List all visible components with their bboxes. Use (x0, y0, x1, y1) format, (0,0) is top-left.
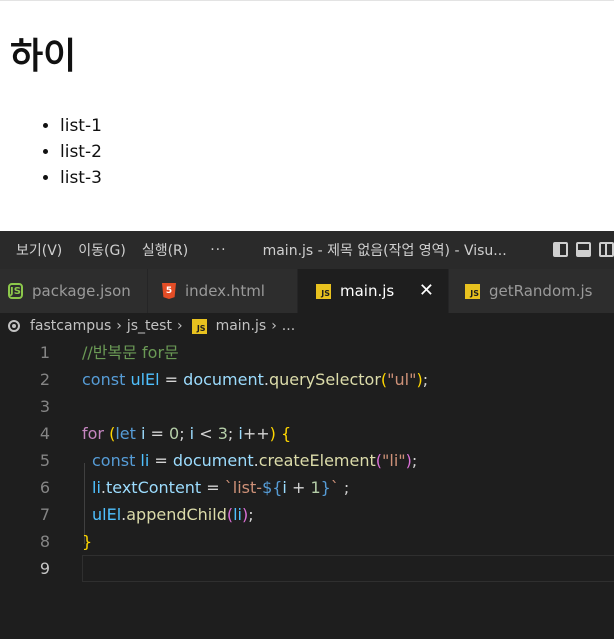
menu-view[interactable]: 보기(V) (0, 240, 62, 260)
code-line-current: 9 (0, 555, 614, 582)
chevron-right-icon: › (176, 318, 183, 334)
line-code: } (82, 532, 93, 551)
line-number: 9 (39, 559, 50, 578)
js-file-icon: JS (465, 283, 480, 299)
page-list: list-1 list-2 list-3 (0, 113, 102, 191)
toggle-panel-icon[interactable] (576, 242, 591, 257)
line-code: const li = document.createElement("li"); (92, 451, 418, 470)
list-item: list-1 (60, 113, 102, 139)
target-icon (8, 320, 20, 332)
tab-label: package.json (32, 282, 131, 300)
code-line: 7 ulEl.appendChild(li); (0, 501, 614, 528)
tab-label: main.js (340, 282, 395, 300)
current-line-highlight (82, 555, 614, 582)
browser-page: 하이 list-1 list-2 list-3 (0, 0, 614, 232)
breadcrumb-item[interactable]: js_test (127, 318, 172, 334)
line-code: //반복문 for문 (82, 343, 179, 362)
tab-main-js[interactable]: JS main.js ✕ (298, 269, 449, 313)
title-bar: 보기(V) 이동(G) 실행(R) ··· main.js - 제목 없음(작업… (0, 231, 614, 269)
js-file-icon: JS (191, 318, 207, 334)
line-code: const ulEl = document.querySelector("ul"… (82, 370, 429, 389)
line-number: 2 (39, 370, 50, 389)
list-item: list-2 (60, 139, 102, 165)
line-number: 5 (39, 451, 50, 470)
js-file-icon: JS (316, 283, 331, 299)
code-line: 1 //반복문 for문 (0, 339, 614, 366)
line-number: 6 (39, 478, 50, 497)
breadcrumb-item[interactable]: main.js (216, 318, 267, 334)
line-number: 1 (39, 343, 50, 362)
line-number: 3 (39, 397, 50, 416)
vscode-window: 보기(V) 이동(G) 실행(R) ··· main.js - 제목 없음(작업… (0, 231, 614, 639)
close-icon[interactable]: ✕ (419, 280, 434, 301)
toggle-secondary-sidebar-icon[interactable] (599, 242, 614, 257)
breadcrumb: fastcampus › js_test › JS main.js › ... (0, 313, 614, 339)
html5-icon: 5 (162, 283, 176, 299)
breadcrumb-item[interactable]: fastcampus (30, 318, 111, 334)
code-line: 4 for (let i = 0; i < 3; i++) { (0, 420, 614, 447)
tab-index-html[interactable]: 5 index.html (148, 269, 298, 313)
nodejs-icon: JS (8, 283, 23, 299)
tab-getrandom-js[interactable]: JS getRandom.js (449, 269, 614, 313)
breadcrumb-item[interactable]: ... (282, 318, 295, 334)
list-item: list-3 (60, 165, 102, 191)
code-line: 3 (0, 393, 614, 420)
code-line: 8 } (0, 528, 614, 555)
more-menu-button[interactable]: ··· (188, 242, 226, 258)
chevron-right-icon: › (271, 318, 277, 334)
layout-controls (553, 242, 614, 257)
window-title: main.js - 제목 없음(작업 영역) - Visu... (262, 243, 507, 259)
line-number: 4 (39, 424, 50, 443)
code-line: 5 const li = document.createElement("li"… (0, 447, 614, 474)
menu-go[interactable]: 이동(G) (62, 240, 126, 260)
toggle-primary-sidebar-icon[interactable] (553, 242, 568, 257)
editor-tabs: JS package.json 5 index.html JS main.js … (0, 269, 614, 313)
line-code: ulEl.appendChild(li); (92, 505, 254, 524)
tab-label: getRandom.js (489, 282, 593, 300)
chevron-right-icon: › (116, 318, 122, 334)
code-line: 2 const ulEl = document.querySelector("u… (0, 366, 614, 393)
line-number: 8 (39, 532, 50, 551)
menu-run[interactable]: 실행(R) (126, 240, 188, 260)
tab-label: index.html (185, 282, 265, 300)
line-number: 7 (39, 505, 50, 524)
line-code: li.textContent = `list-${i + 1}` ; (92, 478, 350, 497)
line-code: for (let i = 0; i < 3; i++) { (82, 424, 292, 443)
page-heading: 하이 (10, 36, 77, 77)
code-editor[interactable]: 1 //반복문 for문 2 const ulEl = document.que… (0, 339, 614, 639)
code-line: 6 li.textContent = `list-${i + 1}` ; (0, 474, 614, 501)
tab-package-json[interactable]: JS package.json (0, 269, 148, 313)
